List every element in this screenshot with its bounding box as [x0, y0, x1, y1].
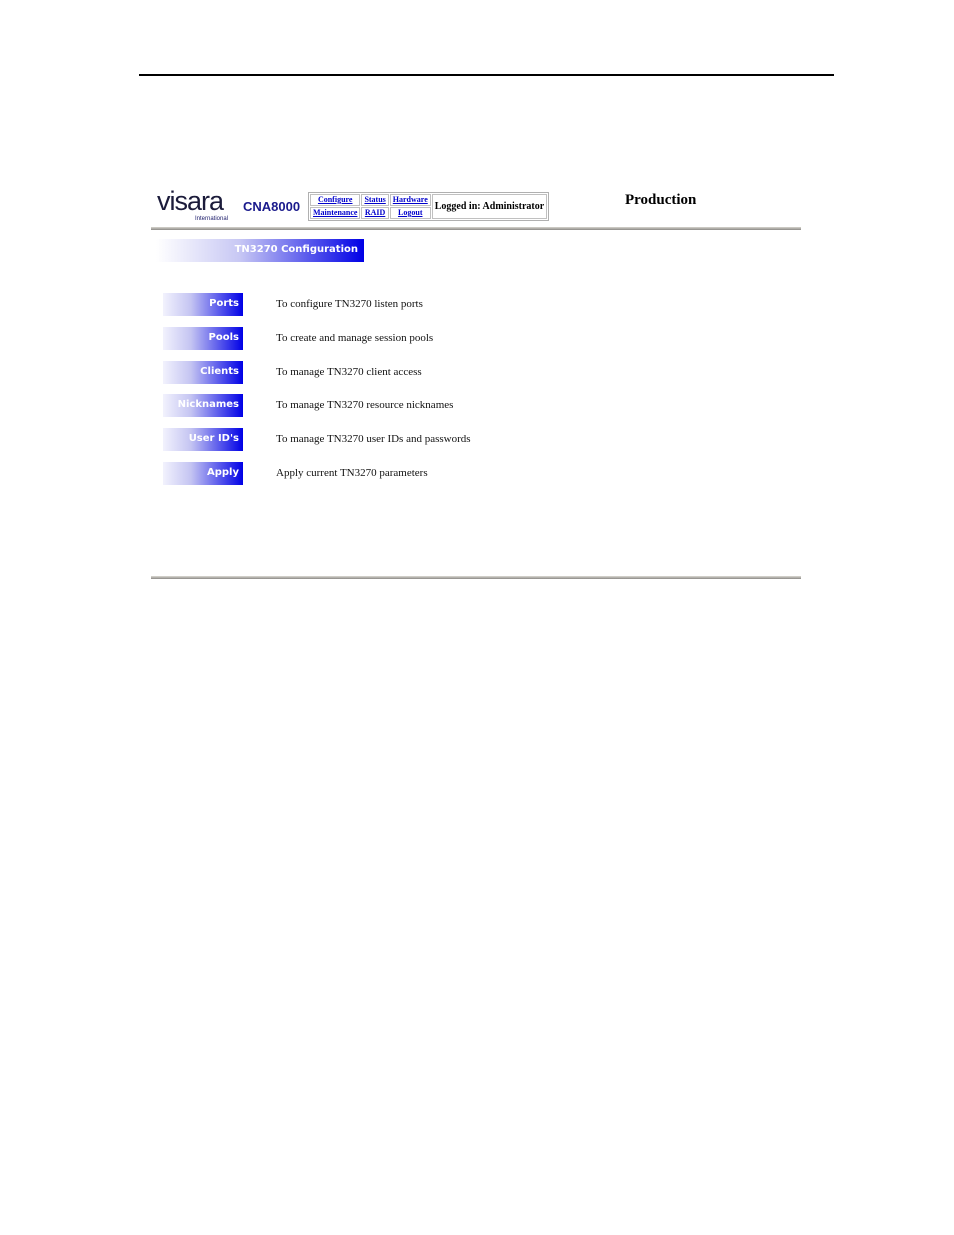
logo-text: visara	[157, 186, 224, 216]
pools-button-label: Pools	[208, 331, 239, 343]
clients-description: To manage TN3270 client access	[276, 365, 422, 378]
nav-status-link[interactable]: Status	[364, 195, 385, 204]
top-nav: Configure Status Hardware Logged in: Adm…	[308, 192, 550, 221]
footer-divider	[151, 576, 801, 579]
environment-label: Production	[625, 192, 697, 208]
logo-subtext: International	[195, 216, 229, 222]
visara-logo: visara International	[157, 186, 235, 222]
nav-cell-maintenance: Maintenance	[310, 207, 361, 219]
header: visara International CNA8000 Configure S…	[151, 186, 801, 226]
nav-cell-configure: Configure	[310, 194, 361, 206]
logged-in-status: Logged in: Administrator	[431, 194, 548, 219]
nav-maintenance-link[interactable]: Maintenance	[313, 208, 357, 217]
nav-raid-link[interactable]: RAID	[365, 208, 385, 217]
apply-description: Apply current TN3270 parameters	[276, 466, 428, 479]
nav-logout-link[interactable]: Logout	[398, 208, 422, 217]
user-ids-button-label: User ID's	[188, 433, 239, 445]
clients-button-label: Clients	[200, 365, 239, 377]
pools-description: To create and manage session pools	[276, 331, 434, 344]
ports-description: To configure TN3270 listen ports	[276, 298, 423, 310]
nicknames-description: To manage TN3270 resource nicknames	[276, 399, 454, 412]
nicknames-button[interactable]: Nicknames	[163, 394, 243, 418]
nav-configure-link[interactable]: Configure	[318, 195, 353, 204]
apply-button-label: Apply	[206, 466, 239, 478]
nav-cell-hardware: Hardware	[389, 194, 431, 206]
nicknames-button-label: Nicknames	[177, 399, 239, 411]
apply-button[interactable]: Apply	[163, 461, 243, 485]
nav-cell-status: Status	[361, 194, 389, 206]
nav-hardware-link[interactable]: Hardware	[393, 195, 428, 204]
pools-button[interactable]: Pools	[163, 326, 243, 350]
section-title: TN3270 Configuration	[234, 244, 358, 255]
user-ids-description: To manage TN3270 user IDs and passwords	[276, 433, 471, 446]
app-window: visara International CNA8000 Configure S…	[151, 186, 801, 579]
clients-button[interactable]: Clients	[163, 360, 243, 384]
user-ids-button[interactable]: User ID's	[163, 428, 243, 452]
page-header-rule	[139, 74, 834, 76]
ports-button[interactable]: Ports	[163, 293, 243, 316]
header-divider	[151, 227, 801, 230]
nav-cell-raid: RAID	[361, 207, 389, 219]
section-title-banner: TN3270 Configuration	[156, 239, 364, 262]
ports-button-label: Ports	[209, 298, 239, 309]
product-name: CNA8000	[243, 199, 301, 214]
nav-cell-logout: Logout	[389, 207, 431, 219]
